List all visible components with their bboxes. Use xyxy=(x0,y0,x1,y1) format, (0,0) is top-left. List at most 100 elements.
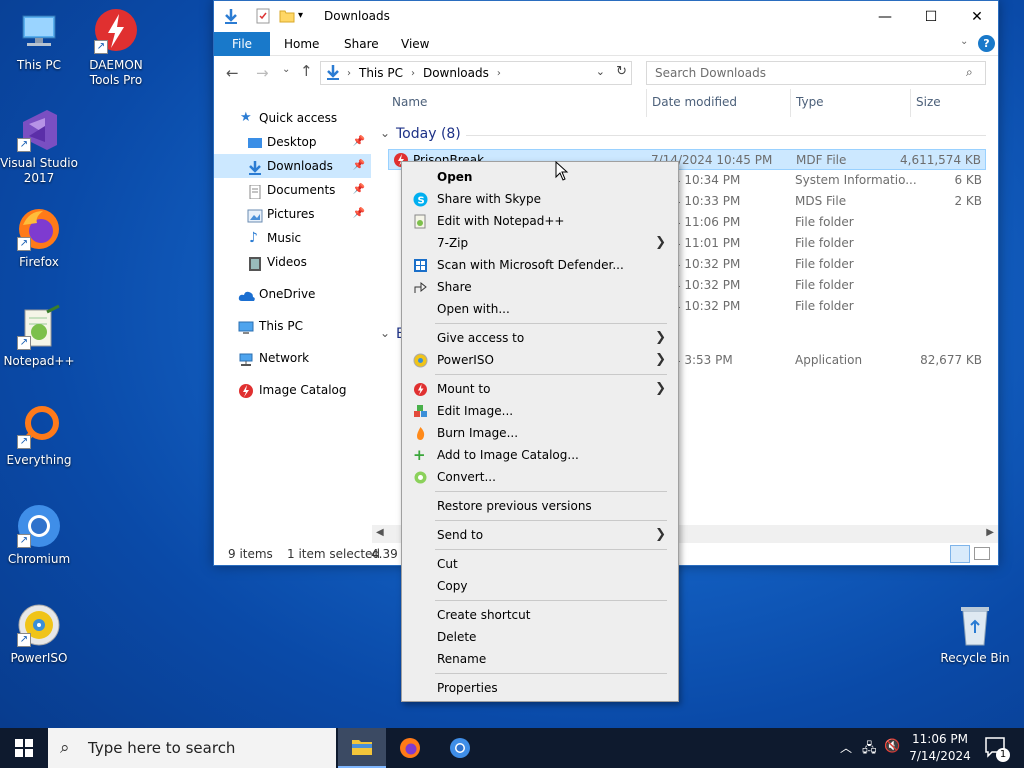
menu-item-edit-image[interactable]: Edit Image... xyxy=(404,400,676,422)
menu-item-copy[interactable]: Copy xyxy=(404,575,676,597)
menu-item-rename[interactable]: Rename xyxy=(404,648,676,670)
taskbar-firefox[interactable] xyxy=(386,728,434,768)
menu-item-scan-defender[interactable]: Scan with Microsoft Defender... xyxy=(404,254,676,276)
customize-toolbar-icon[interactable]: ▾ xyxy=(298,7,316,25)
address-dropdown-icon[interactable]: ⌄ xyxy=(596,65,605,78)
file-type: System Informatio... xyxy=(795,173,917,187)
column-header-type[interactable]: Type xyxy=(796,95,824,109)
column-divider[interactable] xyxy=(790,89,791,117)
minimize-button[interactable]: — xyxy=(862,1,908,32)
menu-item-burn-image[interactable]: Burn Image... xyxy=(404,422,676,444)
defender-icon xyxy=(413,258,428,273)
collapse-group-icon[interactable]: ⌄ xyxy=(380,126,390,140)
taskbar-chromium[interactable] xyxy=(436,728,484,768)
menu-item-delete[interactable]: Delete xyxy=(404,626,676,648)
column-header-date[interactable]: Date modified xyxy=(652,95,737,109)
notepadpp-icon: ↗ xyxy=(15,304,63,352)
large-icons-view-icon[interactable] xyxy=(974,547,990,560)
desktop-icon-poweriso[interactable]: ↗ PowerISO xyxy=(0,601,78,666)
menu-item-give-access-to[interactable]: Give access to ❯ xyxy=(404,327,676,349)
collapse-group-icon[interactable]: ⌄ xyxy=(380,326,390,340)
ribbon-tab-share[interactable]: Share xyxy=(344,37,379,51)
start-button[interactable] xyxy=(0,728,48,768)
menu-item-properties[interactable]: Properties xyxy=(404,677,676,699)
nav-item-documents[interactable]: Documents 📌 xyxy=(214,178,371,202)
nav-item-downloads[interactable]: Downloads 📌 xyxy=(214,154,371,178)
desktop-icon-recycle-bin[interactable]: Recycle Bin xyxy=(936,601,1014,666)
ribbon: File Home Share View ⌄ ? xyxy=(214,32,998,56)
network-status-icon[interactable]: 🖧 xyxy=(862,739,877,761)
close-button[interactable]: ✕ xyxy=(954,1,1000,32)
taskbar-file-explorer[interactable] xyxy=(338,728,386,768)
nav-item-music[interactable]: ♪ Music xyxy=(214,226,371,250)
menu-item-restore-previous-versions[interactable]: Restore previous versions xyxy=(404,495,676,517)
ribbon-tab-home[interactable]: Home xyxy=(284,37,319,51)
taskbar-search-input[interactable]: ⌕ Type here to search xyxy=(48,728,336,768)
refresh-icon[interactable]: ↻ xyxy=(616,64,627,79)
volume-muted-icon[interactable]: 🔇 xyxy=(884,739,900,754)
nav-item-pictures[interactable]: Pictures 📌 xyxy=(214,202,371,226)
pin-icon[interactable]: 📌 xyxy=(353,130,365,154)
menu-item-edit-with-notepadpp[interactable]: Edit with Notepad++ xyxy=(404,210,676,232)
nav-item-videos[interactable]: Videos xyxy=(214,250,371,274)
menu-item-share[interactable]: Share xyxy=(404,276,676,298)
desktop-icon-this-pc[interactable]: This PC xyxy=(0,8,78,73)
forward-arrow-icon[interactable]: → xyxy=(256,64,269,82)
show-hidden-icons-icon[interactable]: ︿ xyxy=(840,739,852,756)
properties-icon[interactable] xyxy=(254,7,272,25)
nav-item-quick-access[interactable]: ★ Quick access xyxy=(214,106,371,130)
column-divider[interactable] xyxy=(910,89,911,117)
pin-icon[interactable]: 📌 xyxy=(353,202,365,226)
menu-item-create-shortcut[interactable]: Create shortcut xyxy=(404,604,676,626)
menu-item-add-to-image-catalog[interactable]: + Add to Image Catalog... xyxy=(404,444,676,466)
scroll-left-icon[interactable]: ◀ xyxy=(376,527,384,538)
scroll-right-icon[interactable]: ▶ xyxy=(986,527,994,538)
desktop-icon-daemon-tools[interactable]: ↗ DAEMON Tools Pro xyxy=(77,8,155,88)
menu-item-label: Edit Image... xyxy=(437,404,514,418)
menu-item-open[interactable]: Open xyxy=(404,166,676,188)
maximize-button[interactable]: ☐ xyxy=(908,1,954,32)
menu-item-label: Delete xyxy=(437,630,477,644)
taskbar-clock[interactable]: 11:06 PM 7/14/2024 xyxy=(900,731,980,765)
title-bar[interactable]: ▾ Downloads — ☐ ✕ xyxy=(214,1,998,32)
details-view-icon[interactable] xyxy=(950,545,970,563)
menu-item-poweriso[interactable]: PowerISO ❯ xyxy=(404,349,676,371)
ribbon-tab-file[interactable]: File xyxy=(214,32,270,56)
nav-item-this-pc[interactable]: This PC xyxy=(214,314,371,338)
expand-ribbon-icon[interactable]: ⌄ xyxy=(960,36,968,47)
help-icon[interactable]: ? xyxy=(978,35,995,52)
menu-item-convert[interactable]: Convert... xyxy=(404,466,676,488)
desktop-icon-firefox[interactable]: ↗ Firefox xyxy=(0,205,78,270)
desktop-icon-visual-studio[interactable]: ↗ Visual Studio 2017 xyxy=(0,106,78,186)
desktop-icon-chromium[interactable]: ↗ Chromium xyxy=(0,502,78,567)
breadcrumb-downloads[interactable]: Downloads xyxy=(423,66,489,80)
menu-item-send-to[interactable]: Send to ❯ xyxy=(404,524,676,546)
notification-center-button[interactable]: 1 xyxy=(984,736,1010,762)
menu-item-open-with[interactable]: Open with... xyxy=(404,298,676,320)
pin-icon[interactable]: 📌 xyxy=(353,178,365,202)
menu-item-7zip[interactable]: 7-Zip ❯ xyxy=(404,232,676,254)
menu-item-cut[interactable]: Cut xyxy=(404,553,676,575)
new-folder-icon[interactable] xyxy=(278,7,296,25)
desktop-icon-everything[interactable]: ↗ Everything xyxy=(0,403,78,468)
breadcrumb-this-pc[interactable]: This PC xyxy=(359,66,403,80)
menu-item-mount-to[interactable]: Mount to ❯ xyxy=(404,378,676,400)
column-divider[interactable] xyxy=(646,89,647,117)
recent-locations-icon[interactable]: ⌄ xyxy=(282,64,290,75)
pin-icon[interactable]: 📌 xyxy=(353,154,365,178)
nav-item-network[interactable]: Network xyxy=(214,346,371,370)
poweriso-icon xyxy=(413,353,428,368)
up-arrow-icon[interactable]: ↑ xyxy=(300,62,313,80)
column-header-name[interactable]: Name xyxy=(392,95,427,109)
ribbon-tab-view[interactable]: View xyxy=(401,37,429,51)
back-arrow-icon[interactable]: ← xyxy=(226,64,239,82)
desktop-icon-notepadpp[interactable]: ↗ Notepad++ xyxy=(0,304,78,369)
group-header-today[interactable]: Today (8) xyxy=(396,126,461,142)
menu-item-share-with-skype[interactable]: S Share with Skype xyxy=(404,188,676,210)
nav-item-onedrive[interactable]: OneDrive xyxy=(214,282,371,306)
address-bar[interactable]: › This PC › Downloads › ⌄ ↻ xyxy=(320,61,632,85)
column-header-size[interactable]: Size xyxy=(916,95,941,109)
search-input[interactable]: Search Downloads xyxy=(646,61,986,85)
nav-item-desktop[interactable]: Desktop 📌 xyxy=(214,130,371,154)
nav-item-image-catalog[interactable]: Image Catalog xyxy=(214,378,371,402)
